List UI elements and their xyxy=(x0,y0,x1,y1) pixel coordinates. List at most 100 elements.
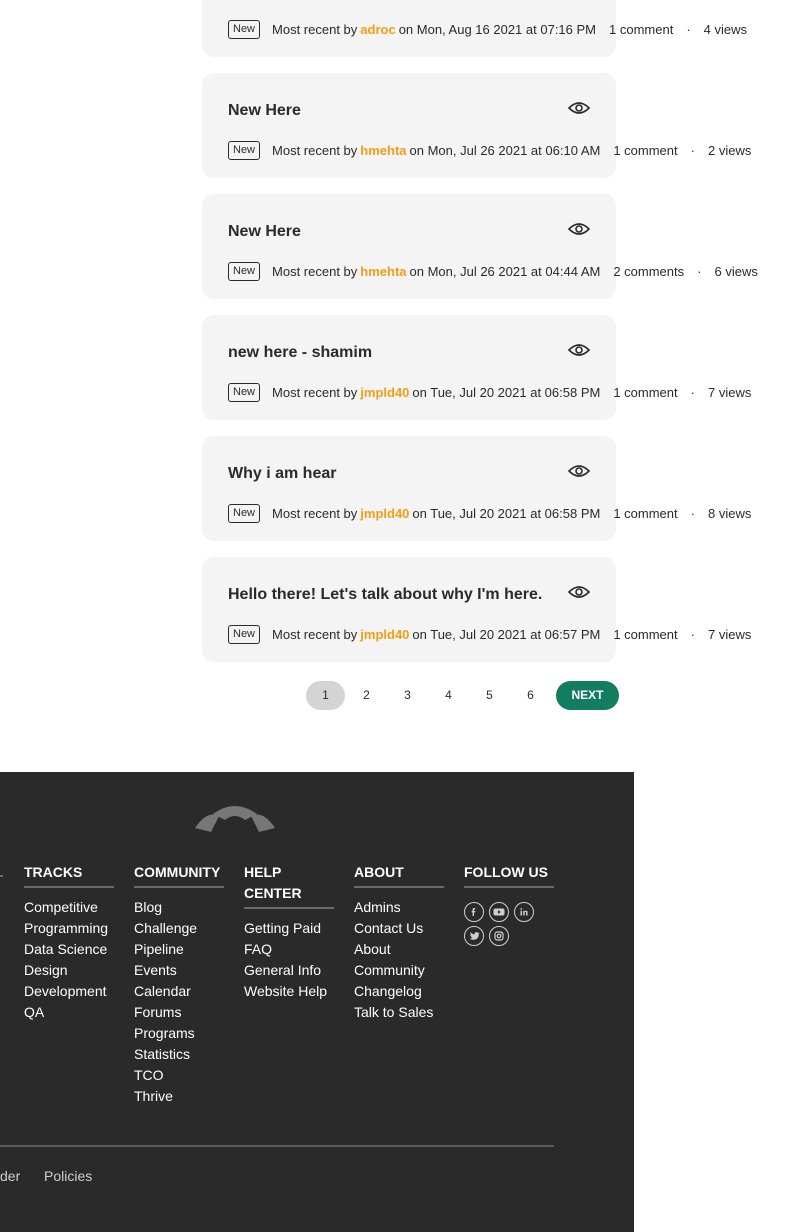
recent-prefix: Most recent by xyxy=(272,384,358,400)
recent-prefix: Most recent by xyxy=(272,505,358,521)
thread-date: on Mon, Jul 26 2021 at 04:44 AM xyxy=(409,263,601,279)
eye-icon[interactable] xyxy=(568,464,590,478)
footer-link[interactable]: Programs xyxy=(134,1023,224,1044)
footer-link[interactable]: About Community xyxy=(354,939,444,981)
username-link[interactable]: jmpld40 xyxy=(360,627,409,642)
footer-link[interactable]: Blog xyxy=(134,897,224,918)
thread-card[interactable]: Hello there! Let's talk about why I'm he… xyxy=(202,557,751,662)
page-button-1[interactable]: 1 xyxy=(306,680,345,710)
view-count: 8 views xyxy=(707,505,752,521)
footer-heading: TRACKS xyxy=(24,862,114,888)
footer-link[interactable]: Events Calendar xyxy=(134,960,224,1002)
thread-date: on Tue, Jul 20 2021 at 06:58 PM xyxy=(412,384,601,400)
footer-link[interactable]: Challenge Pipeline xyxy=(134,918,224,960)
new-badge: New xyxy=(228,19,261,39)
eye-icon[interactable] xyxy=(568,585,590,599)
footer-bottom-link[interactable]: der xyxy=(0,1168,20,1184)
facebook-icon[interactable] xyxy=(464,902,484,922)
recent-prefix: Most recent by xyxy=(272,263,358,279)
brand-logo-icon[interactable] xyxy=(195,802,275,834)
eye-icon[interactable] xyxy=(568,101,590,115)
thread-card[interactable]: new here - shamim New Most recent by jmp… xyxy=(202,315,751,420)
footer-col-help: HELP CENTER Getting Paid FAQ General Inf… xyxy=(244,862,334,1002)
view-count: 4 views xyxy=(703,21,748,37)
footer-link[interactable]: Design xyxy=(24,960,114,981)
twitter-icon[interactable] xyxy=(464,926,484,946)
footer-link[interactable]: Statistics xyxy=(134,1044,224,1065)
footer-divider xyxy=(0,1145,554,1147)
page-button-2[interactable]: 2 xyxy=(347,681,386,710)
footer-heading: FOLLOW US xyxy=(464,862,554,888)
footer-link[interactable]: Thrive xyxy=(134,1086,224,1107)
thread-meta: New Most recent by adroc on Mon, Aug 16 … xyxy=(228,19,747,39)
separator: · xyxy=(690,626,695,642)
site-footer: TRACKS Competitive Programming Data Scie… xyxy=(0,772,634,1232)
thread-meta: New Most recent by hmehta on Mon, Jul 26… xyxy=(228,140,751,160)
page-button-4[interactable]: 4 xyxy=(429,681,468,710)
thread-title[interactable]: New Here xyxy=(228,102,301,120)
footer-link[interactable]: Website Help xyxy=(244,981,334,1002)
username-link[interactable]: jmpld40 xyxy=(360,506,409,521)
page-button-5[interactable]: 5 xyxy=(470,681,509,710)
new-badge: New xyxy=(228,261,261,281)
thread-meta: New Most recent by jmpld40 on Tue, Jul 2… xyxy=(228,503,751,523)
footer-link[interactable]: Data Science xyxy=(24,939,114,960)
new-badge: New xyxy=(228,503,261,523)
footer-link[interactable]: Contact Us xyxy=(354,918,444,939)
footer-link[interactable]: Admins xyxy=(354,897,444,918)
username-link[interactable]: adroc xyxy=(360,22,395,37)
linkedin-icon[interactable] xyxy=(514,902,534,922)
thread-card[interactable]: Why i am hear New Most recent by jmpld40… xyxy=(202,436,751,541)
view-count: 2 views xyxy=(707,142,752,158)
thread-meta: New Most recent by hmehta on Mon, Jul 26… xyxy=(228,261,758,281)
instagram-icon[interactable] xyxy=(489,926,509,946)
footer-link[interactable]: Competitive Programming xyxy=(24,897,114,939)
thread-title[interactable]: Hello there! Let's talk about why I'm he… xyxy=(228,586,542,604)
new-badge: New xyxy=(228,624,261,644)
separator: · xyxy=(686,21,691,37)
page-button-3[interactable]: 3 xyxy=(388,681,427,710)
comment-count: 1 comment xyxy=(613,505,678,521)
footer-link[interactable]: TCO xyxy=(134,1065,224,1086)
thread-meta: New Most recent by jmpld40 on Tue, Jul 2… xyxy=(228,382,751,402)
footer-link[interactable]: General Info xyxy=(244,960,334,981)
username-link[interactable]: hmehta xyxy=(360,143,406,158)
new-badge: New xyxy=(228,140,261,160)
eye-icon[interactable] xyxy=(568,343,590,357)
footer-link[interactable]: FAQ xyxy=(244,939,334,960)
comment-count: 1 comment xyxy=(613,626,678,642)
comment-count: 1 comment xyxy=(613,384,678,400)
thread-card[interactable]: New Here New Most recent by hmehta on Mo… xyxy=(202,73,751,178)
thread-date: on Tue, Jul 20 2021 at 06:57 PM xyxy=(412,626,601,642)
thread-card[interactable]: New Here New Most recent by hmehta on Mo… xyxy=(202,194,758,299)
recent-prefix: Most recent by xyxy=(272,21,358,37)
footer-link[interactable]: Development xyxy=(24,981,114,1002)
footer-link[interactable]: Changelog xyxy=(354,981,444,1002)
footer-link[interactable]: Forums xyxy=(134,1002,224,1023)
separator: · xyxy=(690,142,695,158)
footer-link[interactable]: Talk to Sales xyxy=(354,1002,444,1023)
pagination: 1 2 3 4 5 6 NEXT xyxy=(306,680,619,710)
footer-col-about: ABOUT Admins Contact Us About Community … xyxy=(354,862,444,1023)
username-link[interactable]: jmpld40 xyxy=(360,385,409,400)
footer-link[interactable]: QA xyxy=(24,1002,114,1023)
username-link[interactable]: hmehta xyxy=(360,264,406,279)
page-button-6[interactable]: 6 xyxy=(511,681,550,710)
policies-link[interactable]: Policies xyxy=(44,1168,92,1184)
separator: · xyxy=(690,384,695,400)
footer-heading: COMMUNITY xyxy=(134,862,224,888)
footer-col-community: COMMUNITY Blog Challenge Pipeline Events… xyxy=(134,862,224,1107)
youtube-icon[interactable] xyxy=(489,902,509,922)
thread-date: on Tue, Jul 20 2021 at 06:58 PM xyxy=(412,505,601,521)
view-count: 7 views xyxy=(707,384,752,400)
footer-heading: ABOUT xyxy=(354,862,444,888)
next-page-button[interactable]: NEXT xyxy=(556,680,619,710)
thread-title[interactable]: new here - shamim xyxy=(228,344,372,362)
thread-title[interactable]: New Here xyxy=(228,223,301,241)
thread-card[interactable]: New Most recent by adroc on Mon, Aug 16 … xyxy=(202,0,747,57)
thread-title[interactable]: Why i am hear xyxy=(228,465,336,483)
footer-col-tracks: TRACKS Competitive Programming Data Scie… xyxy=(24,862,114,1023)
eye-icon[interactable] xyxy=(568,222,590,236)
footer-link[interactable]: Getting Paid xyxy=(244,918,334,939)
comment-count: 1 comment xyxy=(609,21,674,37)
